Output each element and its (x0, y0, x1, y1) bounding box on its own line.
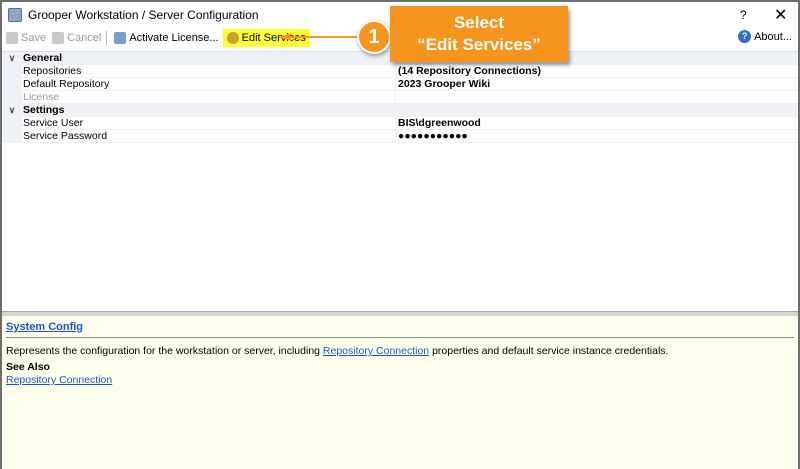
property-value[interactable]: (14 Repository Connections) (395, 65, 798, 78)
callout-arrow (278, 33, 360, 41)
cancel-icon (52, 32, 65, 44)
category-settings[interactable]: ∨ Settings (2, 104, 798, 117)
property-value[interactable] (395, 91, 798, 104)
category-label: Settings (22, 104, 395, 117)
question-icon: ? (738, 30, 752, 43)
repository-connection-link[interactable]: Repository Connection (323, 345, 429, 357)
close-button[interactable]: ✕ (774, 5, 787, 25)
see-also-link[interactable]: Repository Connection (6, 374, 112, 386)
activate-license-button[interactable]: Activate License... (112, 29, 220, 47)
property-row[interactable]: Default Repository 2023 Grooper Wiki (2, 78, 798, 91)
category-label: General (22, 52, 395, 65)
property-name: License (22, 91, 395, 104)
property-grid: ∨ General Repositories (14 Repository Conn… (2, 51, 798, 311)
license-icon (114, 32, 127, 44)
help-description: Represents the configuration for the wor… (6, 345, 794, 357)
activate-label: Activate License... (129, 32, 219, 44)
window-title: Grooper Workstation / Server Configurati… (28, 8, 259, 22)
help-button[interactable]: ? (740, 8, 747, 22)
step-number-badge: 1 (357, 20, 391, 54)
callout-line: Select (453, 13, 505, 32)
cancel-label: Cancel (67, 32, 102, 44)
app-icon (8, 8, 22, 22)
property-row[interactable]: License (2, 91, 798, 104)
gears-icon (226, 32, 239, 44)
property-value[interactable]: ●●●●●●●●●●● (395, 130, 798, 143)
see-also-heading: See Also (6, 361, 50, 373)
chevron-down-icon[interactable]: ∨ (2, 52, 22, 65)
save-label: Save (21, 32, 47, 44)
property-row[interactable]: Service User BIS\dgreenwood (2, 117, 798, 130)
save-button[interactable]: Save (4, 29, 48, 47)
about-button[interactable]: ? About... (738, 30, 792, 43)
save-icon (6, 32, 18, 44)
property-row[interactable]: Repositories (14 Repository Connections) (2, 65, 798, 78)
help-title-link[interactable]: System Config (6, 321, 794, 338)
chevron-down-icon[interactable]: ∨ (2, 104, 22, 117)
about-label: About... (754, 30, 792, 43)
help-panel: System Config Represents the configurati… (2, 316, 798, 469)
desc-text: Represents the configuration for the wor… (6, 345, 323, 357)
property-name: Default Repository (22, 78, 395, 91)
property-name: Service Password (22, 130, 395, 143)
cancel-button[interactable]: Cancel (50, 29, 103, 47)
config-window: Grooper Workstation / Server Configurati… (0, 0, 800, 469)
instruction-callout: Select “Edit Services” (390, 6, 568, 62)
property-row[interactable]: Service Password ●●●●●●●●●●● (2, 130, 798, 143)
callout-line: “Edit Services” (417, 35, 541, 54)
property-name: Service User (22, 117, 395, 130)
desc-text: properties and default service instance … (429, 345, 669, 357)
toolbar-divider (106, 31, 108, 45)
property-value[interactable]: 2023 Grooper Wiki (395, 78, 798, 91)
property-name: Repositories (22, 65, 395, 78)
property-value[interactable]: BIS\dgreenwood (395, 117, 798, 130)
